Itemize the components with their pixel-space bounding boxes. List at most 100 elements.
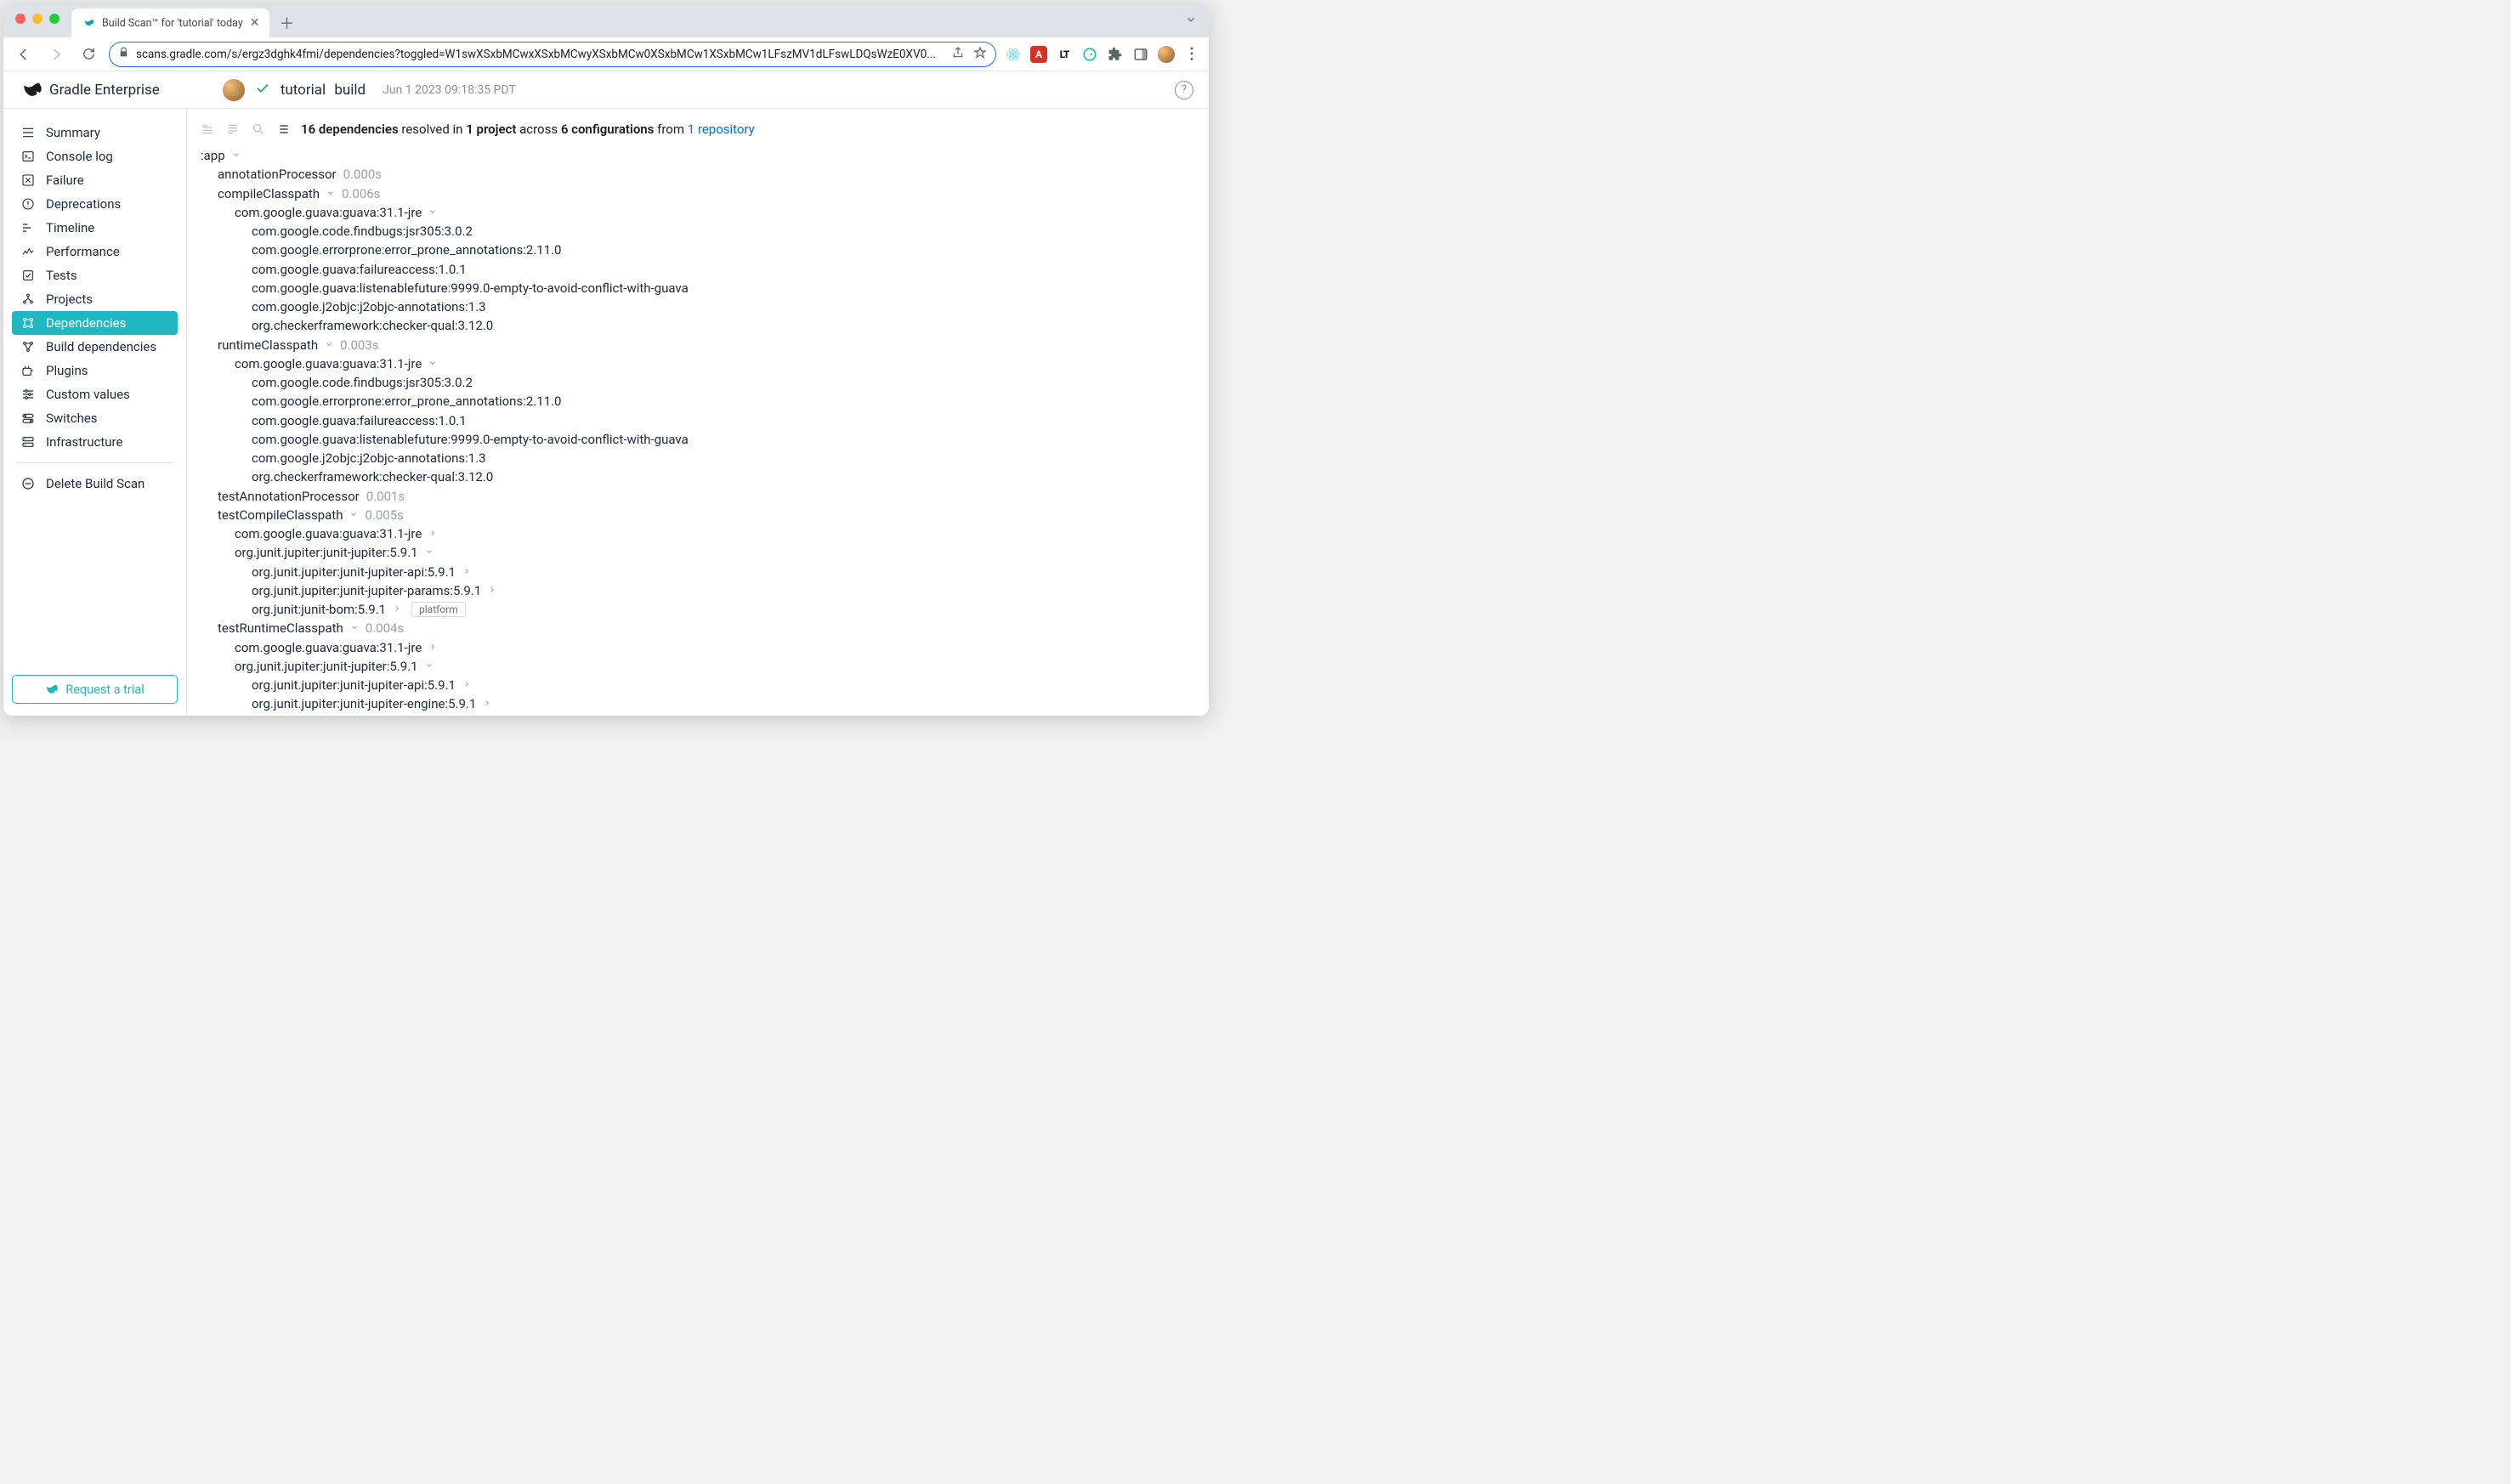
chevron-down-icon[interactable] [428,357,437,371]
logo-text: Gradle Enterprise [49,82,160,99]
share-icon[interactable] [951,46,965,63]
dependency-name: org.checkerframework:checker-qual:3.12.0 [252,317,493,334]
bookmark-star-icon[interactable] [973,46,987,63]
chevron-down-icon[interactable] [425,660,434,673]
proj-count: 1 project [466,122,516,137]
dependency-row[interactable]: com.google.guava:guava:31.1-jre [201,524,1200,543]
forward-button[interactable] [44,42,68,66]
dependency-row[interactable]: com.google.j2objc:j2objc-annotations:1.3 [201,449,1200,467]
chevron-right-icon[interactable] [462,678,471,692]
new-tab-button[interactable]: ＋ [275,11,298,35]
chevron-right-icon[interactable] [488,584,496,598]
back-button[interactable] [12,42,36,66]
sidebar-item-infrastructure[interactable]: Infrastructure [12,430,178,454]
chevron-right-icon[interactable] [428,527,437,541]
sidebar-item-build-dependencies[interactable]: Build dependencies [12,335,178,359]
sidebar-item-tests[interactable]: Tests [12,263,178,287]
resolution-time: 0.001s [366,488,405,505]
dependency-row[interactable]: org.checkerframework:checker-qual:3.12.0 [201,467,1200,486]
dependency-row[interactable]: org.checkerframework:checker-qual:3.12.0 [201,316,1200,335]
user-avatar[interactable] [223,79,245,101]
chevron-down-icon[interactable] [350,621,359,635]
sidebar-item-dependencies[interactable]: Dependencies [12,311,178,335]
chevron-down-icon[interactable] [349,508,358,522]
side-panel-icon[interactable] [1132,46,1149,63]
configuration-row[interactable]: testCompileClasspath 0.005s [201,506,1200,524]
chevron-down-icon[interactable] [425,546,434,559]
sidebar-item-custom-values[interactable]: Custom values [12,382,178,406]
sidebar-item-switches[interactable]: Switches [12,406,178,430]
grammarly-icon[interactable] [1081,46,1098,63]
chevron-right-icon[interactable] [483,697,491,711]
window-fullscreen-button[interactable] [49,14,60,24]
sidebar-item-deprecations[interactable]: Deprecations [12,192,178,216]
sidebar-item-plugins[interactable]: Plugins [12,359,178,382]
dependency-row[interactable]: org.junit:junit-bom:5.9.1 platform [201,600,1200,619]
sidebar-item-projects[interactable]: Projects [12,287,178,311]
dependency-row[interactable]: org.junit.jupiter:junit-jupiter-api:5.9.… [201,563,1200,581]
browser-tab[interactable]: Build Scan™ for 'tutorial' today ✕ [71,8,269,37]
dependency-row[interactable]: com.google.guava:listenablefuture:9999.0… [201,430,1200,449]
chevron-down-icon[interactable] [326,187,335,201]
dependency-row[interactable]: org.junit.jupiter:junit-jupiter-api:5.9.… [201,676,1200,694]
sidebar-item-failure[interactable]: Failure [12,168,178,192]
dependency-row[interactable]: org.junit.jupiter:junit-jupiter:5.9.1 [201,657,1200,676]
tabs-dropdown-icon[interactable] [1185,14,1197,29]
window-minimize-button[interactable] [32,14,43,24]
reload-button[interactable] [77,42,100,66]
languagetool-icon[interactable]: LT [1056,46,1073,63]
configuration-row[interactable]: runtimeClasspath 0.003s [201,336,1200,354]
configuration-row[interactable]: annotationProcessor 0.000s [201,165,1200,184]
window-close-button[interactable] [15,14,26,24]
list-icon[interactable] [275,121,292,138]
dependency-row[interactable]: com.google.code.findbugs:jsr305:3.0.2 [201,222,1200,241]
url-text: scans.gradle.com/s/ergz3dghk4fmi/depende… [136,48,944,61]
dependency-row[interactable]: com.google.j2objc:j2objc-annotations:1.3 [201,297,1200,316]
project-root[interactable]: :app [201,146,1200,165]
configuration-row[interactable]: compileClasspath 0.006s [201,184,1200,203]
chevron-right-icon[interactable] [393,603,401,616]
dependency-row[interactable]: com.google.code.findbugs:jsr305:3.0.2 [201,373,1200,392]
search-icon[interactable] [250,121,267,138]
chevron-right-icon[interactable] [462,565,471,579]
tab-close-icon[interactable]: ✕ [250,16,260,30]
sidebar-item-performance[interactable]: Performance [12,240,178,263]
chevron-down-icon[interactable] [428,206,437,219]
sidebar-item-timeline[interactable]: Timeline [12,216,178,240]
adblock-icon[interactable]: A [1030,46,1047,63]
sidebar-item-console-log[interactable]: Console log [12,144,178,168]
extensions-icon[interactable] [1107,46,1124,63]
dependency-row[interactable]: com.google.errorprone:error_prone_annota… [201,392,1200,411]
request-trial-button[interactable]: Request a trial [12,675,178,704]
browser-menu-icon[interactable]: ⋮ [1183,46,1200,63]
expand-down-icon[interactable] [224,121,241,138]
chevron-down-icon[interactable] [232,149,241,162]
dependency-row[interactable]: com.google.guava:listenablefuture:9999.0… [201,279,1200,297]
dependency-row[interactable]: com.google.guava:guava:31.1-jre [201,354,1200,373]
task-name[interactable]: build [334,82,366,99]
repo-link[interactable]: 1 repository [688,122,755,137]
profile-avatar-icon[interactable] [1158,46,1175,63]
gradle-enterprise-logo[interactable]: Gradle Enterprise [19,81,160,99]
dependency-row[interactable]: org.junit.jupiter:junit-jupiter:5.9.1 [201,543,1200,562]
project-name[interactable]: tutorial [281,82,326,99]
expand-up-icon[interactable] [199,121,216,138]
dependency-row[interactable]: com.google.guava:guava:31.1-jre [201,203,1200,222]
dependency-row[interactable]: com.google.errorprone:error_prone_annota… [201,241,1200,259]
chevron-down-icon[interactable] [325,338,333,352]
dependency-row[interactable]: com.google.guava:guava:31.1-jre [201,638,1200,657]
sidebar-item-summary[interactable]: Summary [12,121,178,144]
dependency-row[interactable]: com.google.guava:failureaccess:1.0.1 [201,411,1200,430]
dependency-row[interactable]: org.junit.jupiter:junit-jupiter-engine:5… [201,694,1200,713]
dependency-row[interactable]: org.junit.jupiter:junit-jupiter-params:5… [201,581,1200,600]
help-icon[interactable]: ? [1175,81,1193,99]
dependency-row[interactable]: org.junit.jupiter:junit-jupiter-params:5… [201,714,1200,717]
react-devtools-icon[interactable] [1005,46,1022,63]
dependency-row[interactable]: com.google.guava:failureaccess:1.0.1 [201,260,1200,279]
configuration-row[interactable]: testRuntimeClasspath 0.004s [201,619,1200,637]
address-bar[interactable]: scans.gradle.com/s/ergz3dghk4fmi/depende… [109,42,996,67]
chevron-right-icon[interactable] [428,641,437,654]
configuration-row[interactable]: testAnnotationProcessor 0.001s [201,487,1200,506]
sidebar-delete-build-scan[interactable]: Delete Build Scan [12,472,178,496]
performance-icon [20,244,36,259]
